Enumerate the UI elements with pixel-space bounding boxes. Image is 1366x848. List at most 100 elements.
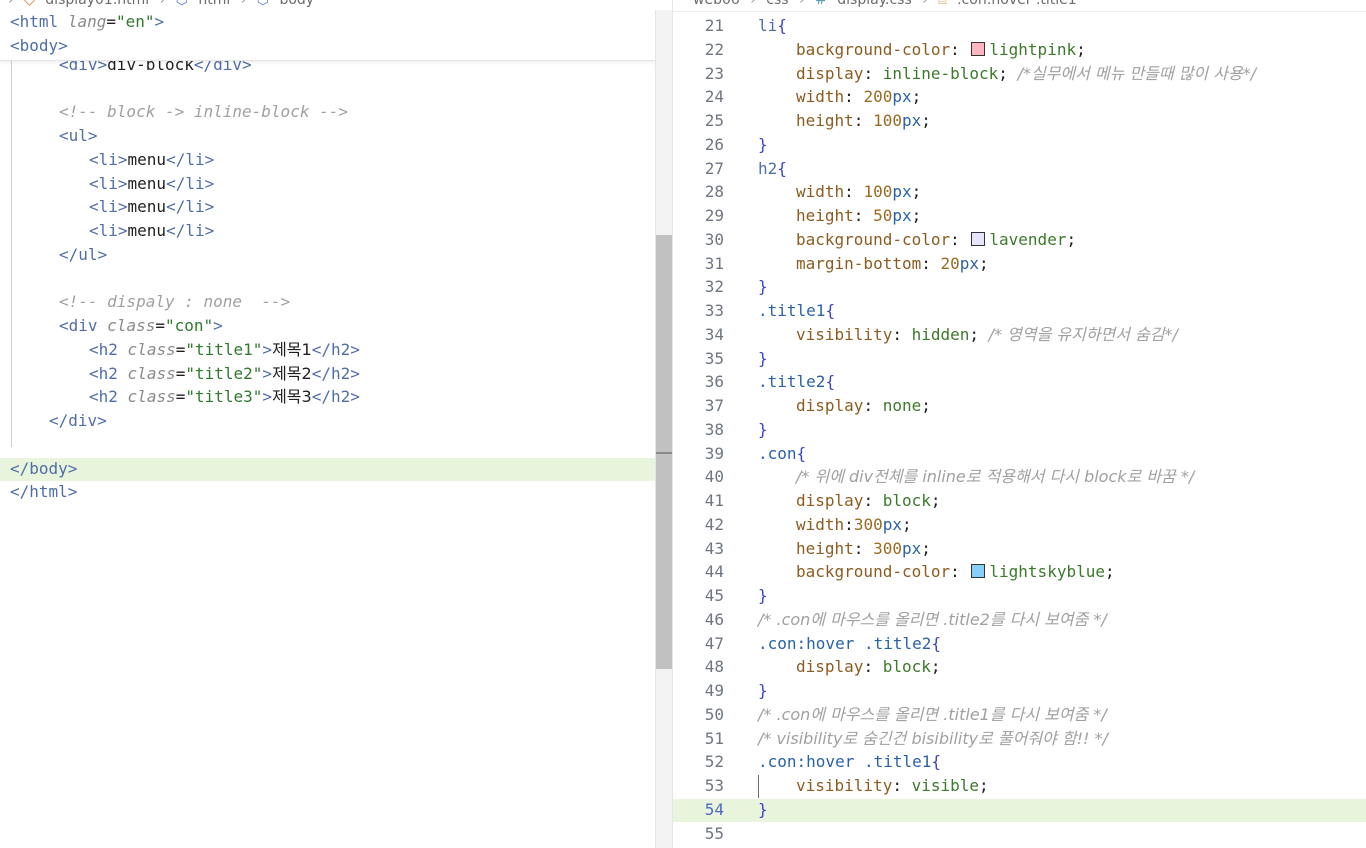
line-number[interactable]: 41	[673, 489, 724, 513]
line-number[interactable]: 25	[673, 109, 724, 133]
line-number[interactable]: 22	[673, 38, 724, 62]
code-line[interactable]: .title2{	[758, 370, 835, 394]
code-line[interactable]: </html>	[10, 480, 77, 504]
code-line[interactable]: }	[758, 679, 768, 703]
css-editor-pane[interactable]: web06 › css › # display.css › ⌸ .con:hov…	[673, 0, 1366, 848]
line-number[interactable]: 53	[673, 774, 724, 798]
line-number[interactable]: 55	[673, 822, 724, 846]
line-number[interactable]: 33	[673, 299, 724, 323]
line-number[interactable]: 52	[673, 750, 724, 774]
line-number[interactable]: 36	[673, 370, 724, 394]
code-line[interactable]: }	[758, 275, 768, 299]
code-line[interactable]: <h2 class="title2">제목2</h2>	[89, 362, 360, 386]
line-number[interactable]: 46	[673, 608, 724, 632]
breadcrumb-item[interactable]: .con:hover .title1	[957, 0, 1077, 8]
sticky-line[interactable]: <html lang="en">	[10, 10, 164, 34]
code-line[interactable]: background-color: lightskyblue;	[796, 560, 1115, 584]
line-number[interactable]: 37	[673, 394, 724, 418]
code-line[interactable]: <h2 class="title1">제목1</h2>	[89, 338, 360, 362]
code-line[interactable]: }	[758, 133, 768, 157]
code-line[interactable]: height: 100px;	[796, 109, 931, 133]
code-line[interactable]: .con:hover .title1{	[758, 750, 941, 774]
line-number[interactable]: 27	[673, 157, 724, 181]
code-line[interactable]: <div class="con">	[59, 314, 223, 338]
code-line[interactable]: }	[758, 584, 768, 608]
code-line[interactable]: </div>	[49, 409, 107, 433]
code-line[interactable]: .title1{	[758, 299, 835, 323]
code-line[interactable]: h2{	[758, 157, 787, 181]
code-line[interactable]: display: none;	[796, 394, 931, 418]
line-number[interactable]: 38	[673, 418, 724, 442]
code-line[interactable]: height: 50px;	[796, 204, 921, 228]
line-number[interactable]: 43	[673, 537, 724, 561]
code-line[interactable]: .con{	[758, 442, 806, 466]
line-number[interactable]: 39	[673, 442, 724, 466]
line-number[interactable]: 24	[673, 85, 724, 109]
code-line[interactable]: width: 200px;	[796, 85, 921, 109]
code-line[interactable]: </ul>	[59, 243, 107, 267]
code-line[interactable]: <li>menu</li>	[89, 219, 214, 243]
code-line[interactable]: width:300px;	[796, 513, 912, 537]
code-line[interactable]: width: 100px;	[796, 180, 921, 204]
line-number[interactable]: 42	[673, 513, 724, 537]
code-line[interactable]: <ul>	[59, 124, 98, 148]
color-swatch-icon[interactable]	[971, 564, 986, 579]
breadcrumb-item[interactable]: body	[279, 0, 314, 8]
code-line[interactable]: height: 300px;	[796, 537, 931, 561]
line-number[interactable]: 44	[673, 560, 724, 584]
line-number[interactable]: 51	[673, 727, 724, 751]
line-number[interactable]: 35	[673, 347, 724, 371]
line-number[interactable]: 30	[673, 228, 724, 252]
line-number[interactable]: 23	[673, 62, 724, 86]
code-line[interactable]: <li>menu</li>	[89, 148, 214, 172]
code-line[interactable]: visibility: visible;	[796, 774, 989, 798]
code-line[interactable]: /* visibility로 숨긴건 bisibility로 풀어줘야 함!! …	[758, 727, 1108, 751]
code-line[interactable]: <h2 class="title3">제목3</h2>	[89, 385, 360, 409]
code-line[interactable]: li{	[758, 14, 787, 38]
breadcrumb-item[interactable]: display.css	[837, 0, 911, 8]
code-line[interactable]: </body>	[10, 457, 77, 481]
line-number[interactable]: 47	[673, 632, 724, 656]
line-number[interactable]: 28	[673, 180, 724, 204]
line-number[interactable]: 48	[673, 655, 724, 679]
line-number[interactable]: 32	[673, 275, 724, 299]
color-swatch-icon[interactable]	[971, 41, 986, 56]
line-number[interactable]: 31	[673, 252, 724, 276]
color-swatch-icon[interactable]	[971, 231, 986, 246]
code-line[interactable]: margin-bottom: 20px;	[796, 252, 989, 276]
code-line[interactable]: background-color: lavender;	[796, 228, 1076, 252]
breadcrumb-item[interactable]: html	[198, 0, 230, 8]
code-line[interactable]: <li>menu</li>	[89, 172, 214, 196]
code-line[interactable]: /* 위에 div전체를 inline로 적용해서 다시 block로 바꿈 *…	[796, 465, 1194, 489]
code-line[interactable]: visibility: hidden; /* 영역을 유지하면서 숨김*/	[796, 323, 1178, 347]
line-number[interactable]: 54	[673, 798, 724, 822]
code-line[interactable]: /* .con에 마우스를 올리면 .title1를 다시 보여줌 */	[758, 703, 1107, 727]
breadcrumb[interactable]: web06 › css › # display.css › ⌸ .con:hov…	[693, 0, 1083, 9]
line-number[interactable]: 21	[673, 14, 724, 38]
line-number[interactable]: 49	[673, 679, 724, 703]
code-line[interactable]: .con:hover .title2{	[758, 632, 941, 656]
line-number[interactable]: 29	[673, 204, 724, 228]
line-number[interactable]: 26	[673, 133, 724, 157]
code-line[interactable]: display: block;	[796, 489, 941, 513]
html-editor-pane[interactable]: <div>div-block</div> <!-- block -> inlin…	[0, 0, 672, 848]
sticky-line[interactable]: <body>	[10, 34, 68, 58]
line-number[interactable]: 34	[673, 323, 724, 347]
code-line[interactable]: /* .con에 마우스를 올리면 .title2를 다시 보여줌 */	[758, 608, 1107, 632]
code-line[interactable]: }	[758, 418, 768, 442]
code-line[interactable]: display: inline-block; /*실무에서 메뉴 만들때 많이 …	[796, 62, 1256, 86]
breadcrumb-item[interactable]: display01.html	[45, 0, 149, 8]
breadcrumb-item[interactable]: css	[766, 0, 788, 8]
code-line[interactable]: <!-- dispaly : none -->	[59, 290, 290, 314]
breadcrumb[interactable]: › ◇ display01.html › ⬡ html › ⬡ body	[8, 0, 320, 9]
line-number[interactable]: 45	[673, 584, 724, 608]
code-line[interactable]: background-color: lightpink;	[796, 38, 1086, 62]
code-line[interactable]: display: block;	[796, 655, 941, 679]
code-line[interactable]: }	[758, 347, 768, 371]
code-line[interactable]: }	[758, 798, 768, 822]
breadcrumb-item[interactable]: web06	[693, 0, 740, 8]
line-number[interactable]: 40	[673, 465, 724, 489]
code-line[interactable]: <!-- block -> inline-block -->	[59, 100, 348, 124]
code-line[interactable]: <li>menu</li>	[89, 195, 214, 219]
line-number[interactable]: 50	[673, 703, 724, 727]
